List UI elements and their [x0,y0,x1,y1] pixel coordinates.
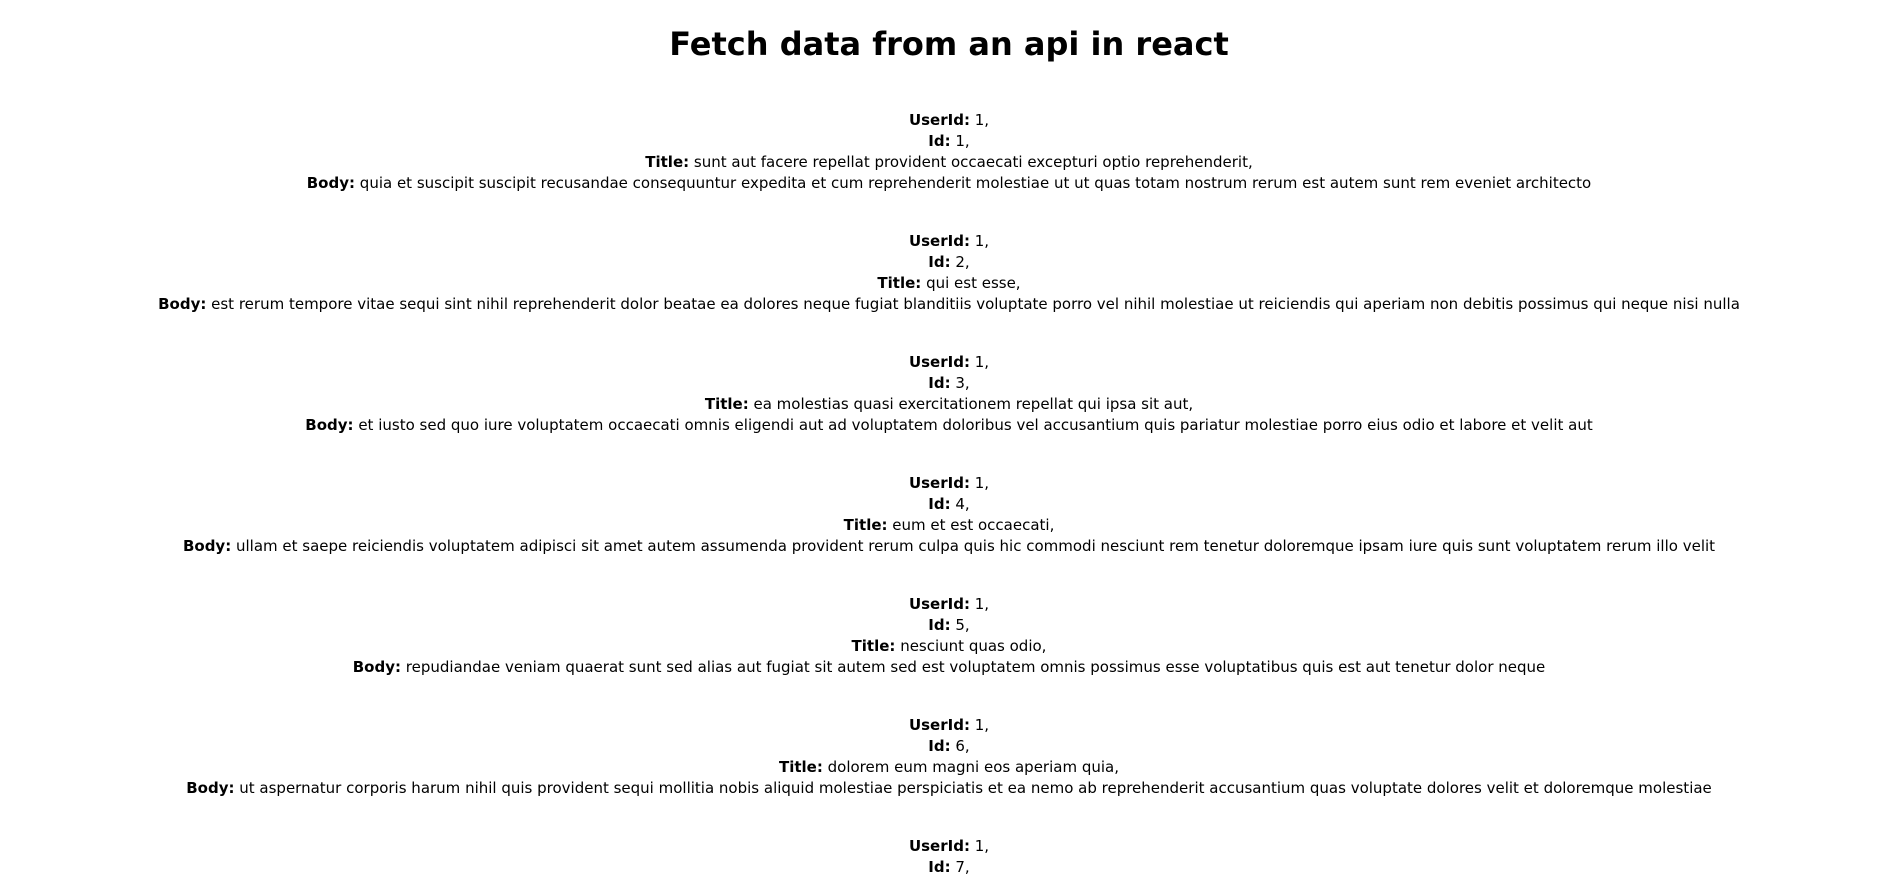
post-body-line: Body: ut aspernatur corporis harum nihil… [0,778,1898,799]
post-list: UserId: 1, Id: 1, Title: sunt aut facere… [0,110,1898,876]
post-title-line: Title: sunt aut facere repellat providen… [0,152,1898,173]
post-item: UserId: 1, Id: 4, Title: eum et est occa… [0,473,1898,557]
post-id-line: Id: 1, [0,131,1898,152]
post-item: UserId: 1, Id: 2, Title: qui est esse, B… [0,231,1898,315]
title-label: Title: [877,274,922,292]
userid-label: UserId: [908,353,970,371]
userid-value: 1, [974,232,990,250]
body-label: Body: [352,658,401,676]
body-value: est rerum tempore vitae sequi sint nihil… [211,295,1740,313]
id-value: 4, [955,495,970,513]
title-value: nesciunt quas odio, [900,637,1047,655]
post-title-line: Title: eum et est occaecati, [0,515,1898,536]
id-value: 6, [955,737,970,755]
title-label: Title: [851,637,896,655]
userid-value: 1, [974,353,990,371]
id-label: Id: [928,737,951,755]
post-title-line: Title: nesciunt quas odio, [0,636,1898,657]
post-body-line: Body: repudiandae veniam quaerat sunt se… [0,657,1898,678]
userid-label: UserId: [908,837,970,855]
body-label: Body: [186,779,235,797]
post-item: UserId: 1, Id: 5, Title: nesciunt quas o… [0,594,1898,678]
title-label: Title: [645,153,690,171]
body-value: ullam et saepe reiciendis voluptatem adi… [236,537,1716,555]
userid-value: 1, [974,837,990,855]
post-id-line: Id: 4, [0,494,1898,515]
post-title-line: Title: ea molestias quasi exercitationem… [0,394,1898,415]
body-label: Body: [305,416,354,434]
title-label: Title: [843,516,888,534]
post-body-line: Body: et iusto sed quo iure voluptatem o… [0,415,1898,436]
userid-value: 1, [974,595,990,613]
post-userid-line: UserId: 1, [0,231,1898,252]
id-value: 2, [955,253,970,271]
body-value: et iusto sed quo iure voluptatem occaeca… [358,416,1593,434]
post-body-line: Body: quia et suscipit suscipit recusand… [0,173,1898,194]
post-body-line: Body: ullam et saepe reiciendis voluptat… [0,536,1898,557]
title-label: Title: [778,758,823,776]
userid-label: UserId: [908,474,970,492]
post-title-line: Title: qui est esse, [0,273,1898,294]
post-id-line: Id: 3, [0,373,1898,394]
post-userid-line: UserId: 1, [0,836,1898,857]
userid-value: 1, [974,474,990,492]
page-title: Fetch data from an api in react [669,25,1229,63]
id-label: Id: [928,253,951,271]
post-id-line: Id: 7, [0,857,1898,876]
post-item: UserId: 1, Id: 6, Title: dolorem eum mag… [0,715,1898,799]
userid-label: UserId: [908,232,970,250]
post-id-line: Id: 5, [0,615,1898,636]
post-item: UserId: 1, Id: 1, Title: sunt aut facere… [0,110,1898,194]
body-label: Body: [306,174,356,192]
post-id-line: Id: 6, [0,736,1898,757]
post-title-line: Title: dolorem eum magni eos aperiam qui… [0,757,1898,778]
id-label: Id: [928,495,951,513]
post-userid-line: UserId: 1, [0,594,1898,615]
id-label: Id: [928,132,951,150]
userid-value: 1, [974,716,990,734]
id-value: 3, [955,374,970,392]
id-label: Id: [928,374,951,392]
title-value: ea molestias quasi exercitationem repell… [753,395,1194,413]
post-item: UserId: 1, Id: 7, [0,836,1898,876]
id-label: Id: [928,616,951,634]
post-item: UserId: 1, Id: 3, Title: ea molestias qu… [0,352,1898,436]
userid-label: UserId: [908,716,970,734]
userid-label: UserId: [908,595,970,613]
post-userid-line: UserId: 1, [0,715,1898,736]
id-label: Id: [928,858,951,876]
id-value: 1, [955,132,970,150]
id-value: 5, [955,616,970,634]
id-value: 7, [955,858,970,876]
userid-label: UserId: [908,111,970,129]
title-value: dolorem eum magni eos aperiam quia, [827,758,1119,776]
title-value: eum et est occaecati, [892,516,1055,534]
post-body-line: Body: est rerum tempore vitae sequi sint… [0,294,1898,315]
post-userid-line: UserId: 1, [0,352,1898,373]
title-value: qui est esse, [926,274,1021,292]
body-value: repudiandae veniam quaerat sunt sed alia… [405,658,1546,676]
userid-value: 1, [974,111,990,129]
body-label: Body: [158,295,207,313]
title-value: sunt aut facere repellat provident occae… [693,153,1253,171]
body-label: Body: [182,537,232,555]
body-value: quia et suscipit suscipit recusandae con… [359,174,1592,192]
body-value: ut aspernatur corporis harum nihil quis … [239,779,1712,797]
post-id-line: Id: 2, [0,252,1898,273]
post-userid-line: UserId: 1, [0,110,1898,131]
title-label: Title: [704,395,749,413]
post-userid-line: UserId: 1, [0,473,1898,494]
